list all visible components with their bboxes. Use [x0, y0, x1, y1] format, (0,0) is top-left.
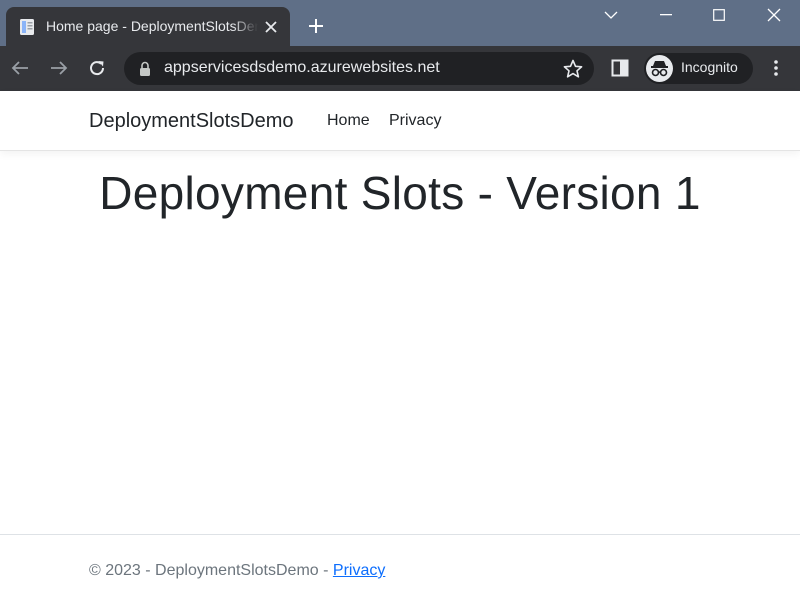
navbar-brand[interactable]: DeploymentSlotsDemo: [89, 110, 294, 133]
browser-tab-active[interactable]: Home page - DeploymentSlotsDemo: [6, 7, 290, 46]
site-footer: © 2023 - DeploymentSlotsDemo - Privacy: [0, 534, 800, 594]
close-window-icon[interactable]: [749, 0, 799, 30]
lock-icon[interactable]: [138, 61, 152, 77]
minimize-icon[interactable]: [641, 0, 691, 30]
new-tab-plus-icon[interactable]: [303, 13, 329, 39]
forward-arrow-icon[interactable]: [45, 54, 73, 82]
incognito-label: Incognito: [681, 59, 738, 75]
footer-copyright: © 2023 - DeploymentSlotsDemo -: [89, 562, 333, 579]
url-text[interactable]: appservicesdsdemo.azurewebsites.net: [164, 59, 440, 77]
bookmark-star-icon[interactable]: [562, 58, 584, 80]
more-options-icon[interactable]: [762, 54, 790, 82]
tab-close-icon[interactable]: [263, 19, 279, 35]
browser-toolbar: appservicesdsdemo.azurewebsites.net Inco…: [0, 46, 800, 91]
browser-titlebar: Home page - DeploymentSlotsDemo: [0, 0, 800, 46]
reload-icon[interactable]: [83, 54, 111, 82]
footer-privacy-link[interactable]: Privacy: [333, 562, 385, 579]
side-panel-icon[interactable]: [606, 54, 634, 82]
site-navbar: DeploymentSlotsDemo Home Privacy: [0, 91, 800, 151]
nav-link-home[interactable]: Home: [327, 112, 370, 130]
page-heading: Deployment Slots - Version 1: [99, 167, 701, 219]
maximize-icon[interactable]: [694, 0, 744, 30]
tab-title: Home page - DeploymentSlotsDemo: [46, 18, 258, 34]
footer-text: © 2023 - DeploymentSlotsDemo - Privacy: [89, 562, 385, 580]
nav-link-privacy[interactable]: Privacy: [389, 112, 441, 130]
incognito-icon: [646, 55, 673, 82]
back-arrow-icon[interactable]: [6, 54, 34, 82]
incognito-profile-button[interactable]: Incognito: [644, 53, 753, 84]
tab-search-chevron-icon[interactable]: [586, 0, 636, 30]
address-bar[interactable]: appservicesdsdemo.azurewebsites.net: [124, 52, 594, 85]
page-icon: [20, 19, 34, 35]
